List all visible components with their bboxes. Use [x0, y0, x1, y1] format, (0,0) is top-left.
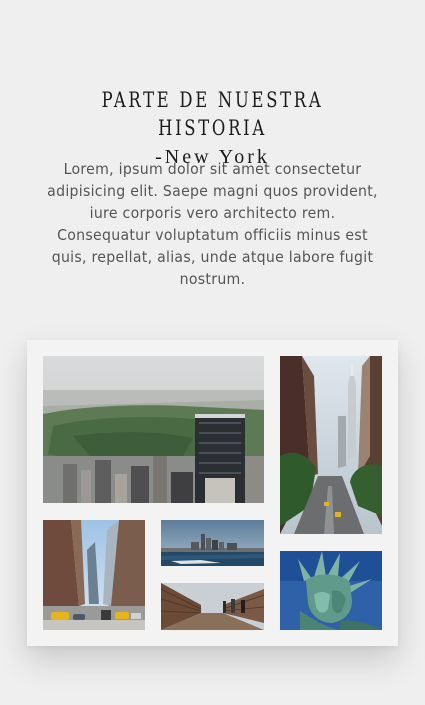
- photo-skyline-from-water: [161, 520, 264, 566]
- section-description: Lorem, ipsum dolor sit amet consectetur …: [47, 160, 378, 288]
- photo-manhattan-street-taxis: [43, 520, 145, 630]
- photo-gallery: [27, 340, 398, 646]
- photo-brooklyn-bridge-walkway: [161, 583, 264, 630]
- section-title: PARTE DE NUESTRA HISTORIA: [101, 88, 324, 140]
- photo-statue-of-liberty: [280, 551, 382, 630]
- photo-central-park-aerial: [43, 356, 264, 503]
- photo-chrysler-building-street: [280, 356, 382, 534]
